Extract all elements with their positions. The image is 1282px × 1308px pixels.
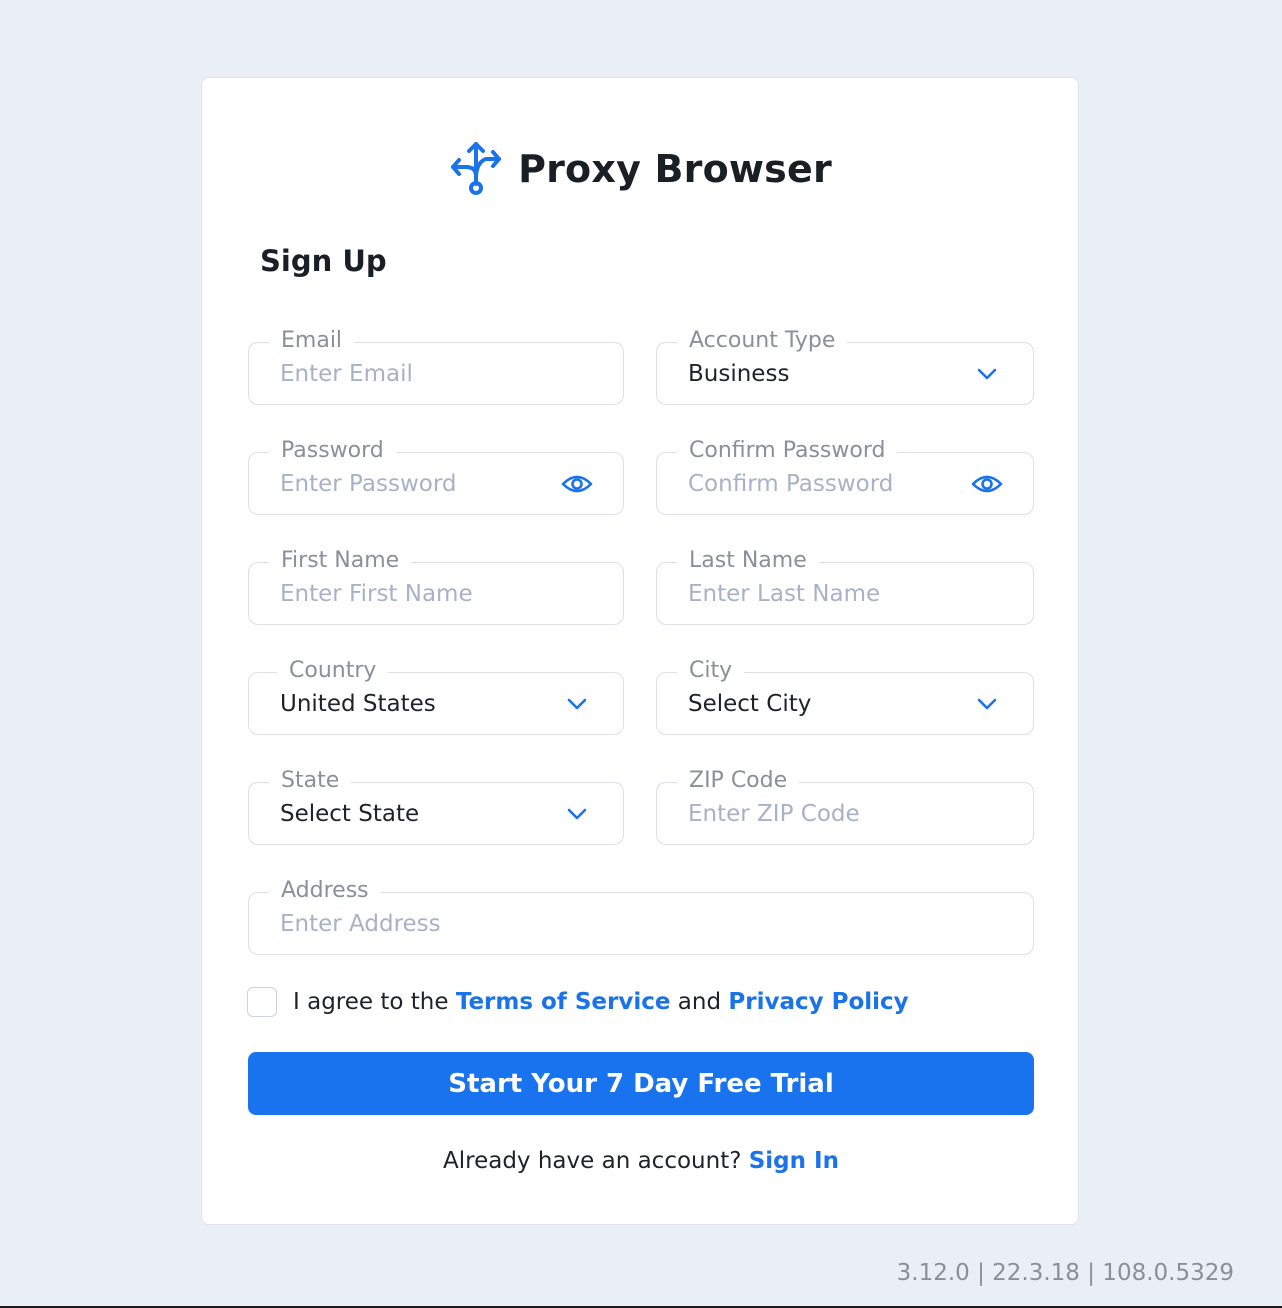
brand-header: Proxy Browser	[0, 140, 1282, 198]
account-type-select[interactable]: Account Type Business	[656, 327, 1034, 405]
terms-of-service-link[interactable]: Terms of Service	[456, 989, 671, 1015]
last-name-input[interactable]: Enter Last Name	[688, 579, 880, 609]
first-name-field[interactable]: First Name Enter First Name	[248, 547, 624, 625]
signin-prompt: Already have an account? Sign In	[0, 1148, 1282, 1174]
last-name-field[interactable]: Last Name Enter Last Name	[656, 547, 1034, 625]
confirm-password-field[interactable]: Confirm Password Confirm Password	[656, 437, 1034, 515]
state-label: State	[269, 767, 352, 795]
zip-input[interactable]: Enter ZIP Code	[688, 799, 860, 829]
signin-prompt-text: Already have an account?	[443, 1148, 742, 1174]
country-label: Country	[277, 657, 389, 685]
confirm-password-input[interactable]: Confirm Password	[688, 469, 893, 499]
first-name-label: First Name	[269, 547, 412, 575]
version-info: 3.12.0 | 22.3.18 | 108.0.5329	[896, 1260, 1234, 1286]
sign-in-link[interactable]: Sign In	[749, 1148, 839, 1174]
proxy-logo-icon	[451, 142, 502, 195]
email-label: Email	[269, 327, 355, 355]
state-select[interactable]: State Select State	[248, 767, 624, 845]
privacy-policy-link[interactable]: Privacy Policy	[728, 989, 908, 1015]
chevron-down-icon[interactable]	[561, 690, 593, 718]
city-select[interactable]: City Select City	[656, 657, 1034, 735]
eye-icon[interactable]	[971, 470, 1003, 498]
start-trial-button[interactable]: Start Your 7 Day Free Trial	[248, 1052, 1034, 1115]
account-type-value: Business	[688, 361, 790, 387]
agree-text: I agree to the Terms of Service and Priv…	[293, 989, 909, 1015]
zip-label: ZIP Code	[677, 767, 800, 795]
first-name-input[interactable]: Enter First Name	[280, 579, 473, 609]
eye-icon[interactable]	[561, 470, 593, 498]
address-label: Address	[269, 877, 381, 905]
chevron-down-icon[interactable]	[971, 690, 1003, 718]
account-type-label: Account Type	[677, 327, 848, 355]
address-input[interactable]: Enter Address	[280, 909, 441, 939]
password-input[interactable]: Enter Password	[280, 469, 456, 499]
email-input[interactable]: Enter Email	[280, 359, 413, 389]
zip-field[interactable]: ZIP Code Enter ZIP Code	[656, 767, 1034, 845]
city-value: Select City	[688, 691, 812, 717]
agree-conjunction: and	[677, 989, 722, 1015]
country-value: United States	[280, 691, 436, 717]
confirm-password-label: Confirm Password	[677, 437, 898, 465]
password-label: Password	[269, 437, 396, 465]
last-name-label: Last Name	[677, 547, 819, 575]
terms-checkbox[interactable]	[247, 987, 277, 1017]
country-select[interactable]: Country United States	[248, 657, 624, 735]
terms-agreement: I agree to the Terms of Service and Priv…	[247, 987, 909, 1017]
password-field[interactable]: Password Enter Password	[248, 437, 624, 515]
email-field[interactable]: Email Enter Email	[248, 327, 624, 405]
address-field[interactable]: Address Enter Address	[248, 877, 1034, 955]
state-value: Select State	[280, 801, 420, 827]
chevron-down-icon[interactable]	[561, 800, 593, 828]
city-label: City	[677, 657, 745, 685]
page-title: Sign Up	[260, 244, 387, 278]
agree-prefix: I agree to the	[293, 989, 449, 1015]
app-name: Proxy Browser	[518, 147, 832, 191]
chevron-down-icon[interactable]	[971, 360, 1003, 388]
